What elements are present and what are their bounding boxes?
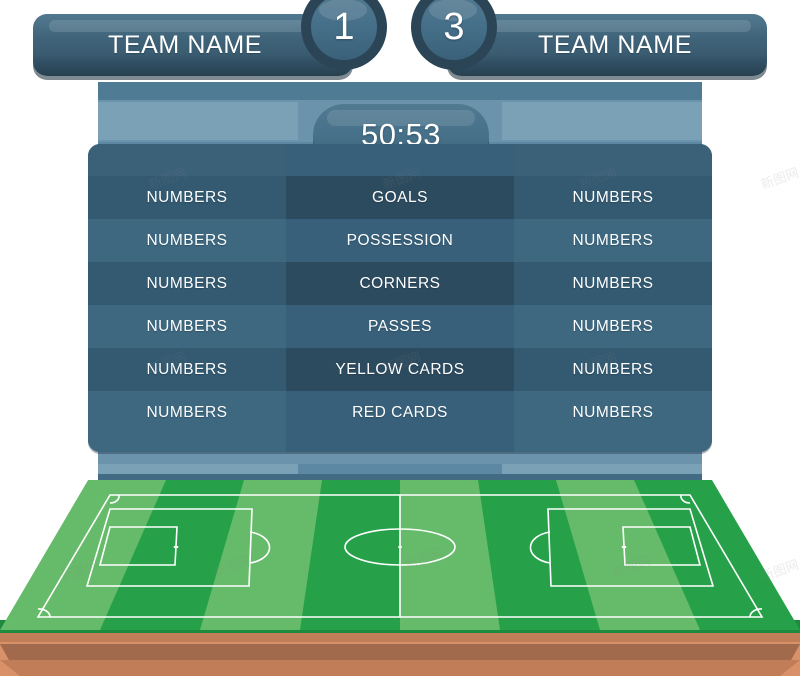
home-score-inner: 1: [311, 0, 377, 60]
home-stat-value: NUMBERS: [146, 188, 228, 206]
pitch-svg: [0, 480, 800, 676]
soil-layer-2: [0, 644, 800, 662]
stand-base-top: [98, 452, 702, 464]
penalty-spot-right: [621, 545, 627, 549]
stat-label: PASSES: [286, 305, 514, 348]
stand-highlight-left: [98, 102, 298, 140]
away-score-value: 3: [443, 6, 465, 48]
stats-row: NUMBERS GOALS NUMBERS: [88, 176, 712, 219]
home-score-value: 1: [333, 6, 355, 48]
stats-row: NUMBERS RED CARDS NUMBERS: [88, 391, 712, 434]
stats-rows-container: NUMBERS GOALS NUMBERS NUMBERS POSSESSION NUMB…: [88, 176, 712, 434]
stats-table: NUMBERS GOALS NUMBERS NUMBERS POSSESSION NUMB…: [88, 144, 712, 452]
home-team-name: TEAM NAME: [108, 30, 263, 59]
soil-layer-3: [0, 660, 800, 676]
pitch-surface: [0, 480, 800, 630]
away-stat-value: NUMBERS: [572, 360, 654, 378]
scoreboard-graphic: TEAM NAME TEAM NAME 1 3 50:53 NUMBERS GOA…: [0, 0, 800, 676]
stats-table-footer-spacer: [88, 434, 712, 452]
home-stat-value: NUMBERS: [146, 403, 228, 421]
away-stat-value: NUMBERS: [572, 231, 654, 249]
stat-label: YELLOW CARDS: [286, 348, 514, 391]
stat-label: CORNERS: [286, 262, 514, 305]
away-score-inner: 3: [421, 0, 487, 60]
stats-center-column-bottom: [286, 434, 514, 452]
home-stat-value: NUMBERS: [146, 274, 228, 292]
away-stat-value: NUMBERS: [572, 274, 654, 292]
stand-band-top: [98, 82, 702, 100]
penalty-spot-left: [173, 545, 179, 549]
stats-center-column-top: [286, 144, 514, 176]
stat-label: RED CARDS: [286, 391, 514, 434]
home-stat-value: NUMBERS: [146, 317, 228, 335]
stats-row: NUMBERS CORNERS NUMBERS: [88, 262, 712, 305]
soccer-pitch: [0, 470, 800, 676]
home-stat-value: NUMBERS: [146, 360, 228, 378]
away-stat-value: NUMBERS: [572, 188, 654, 206]
stats-row: NUMBERS PASSES NUMBERS: [88, 305, 712, 348]
home-stat-value: NUMBERS: [146, 231, 228, 249]
stats-row: NUMBERS POSSESSION NUMBERS: [88, 219, 712, 262]
stand-highlight-right: [502, 102, 702, 140]
stat-label: POSSESSION: [286, 219, 514, 262]
stat-label: GOALS: [286, 176, 514, 219]
away-stat-value: NUMBERS: [572, 317, 654, 335]
away-team-name: TEAM NAME: [537, 30, 692, 59]
away-stat-value: NUMBERS: [572, 403, 654, 421]
stats-row: NUMBERS YELLOW CARDS NUMBERS: [88, 348, 712, 391]
center-spot: [398, 546, 402, 548]
watermark: 新图网: [758, 164, 800, 193]
